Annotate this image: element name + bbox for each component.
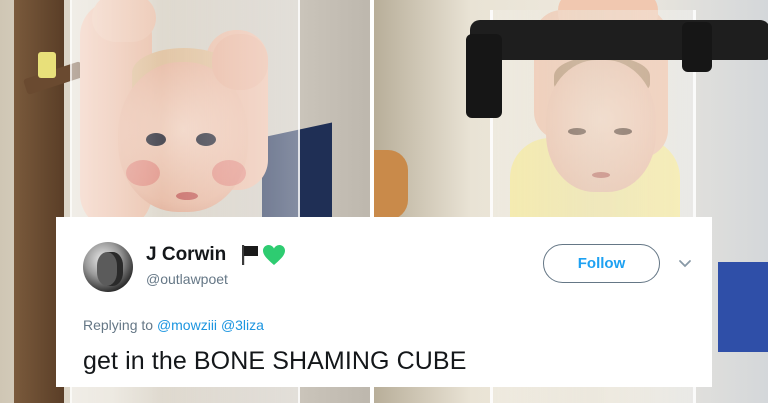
avatar[interactable] xyxy=(83,242,133,292)
green-heart-icon xyxy=(263,245,285,265)
yellow-clamp xyxy=(38,52,56,78)
user-handle[interactable]: @outlawpoet xyxy=(146,271,228,287)
replying-prefix: Replying to xyxy=(83,317,154,333)
black-flag-icon xyxy=(242,245,258,265)
display-name[interactable]: J Corwin xyxy=(146,244,226,266)
follow-button[interactable]: Follow xyxy=(543,244,660,283)
tweet-card: J Corwin @outlawpoet Follow Replying to … xyxy=(56,217,712,387)
chevron-down-icon[interactable] xyxy=(678,259,692,269)
black-strap xyxy=(470,20,768,60)
tweet-text: get in the BONE SHAMING CUBE xyxy=(83,347,467,375)
black-strap xyxy=(466,34,502,118)
mention-link[interactable]: @mowziii xyxy=(157,317,217,333)
adult-arm xyxy=(372,150,408,220)
blue-box xyxy=(718,262,768,352)
black-strap xyxy=(682,22,712,72)
replying-to-line: Replying to @mowziii @3liza xyxy=(83,317,264,333)
avatar-face xyxy=(97,252,123,286)
mention-link[interactable]: @3liza xyxy=(221,317,264,333)
